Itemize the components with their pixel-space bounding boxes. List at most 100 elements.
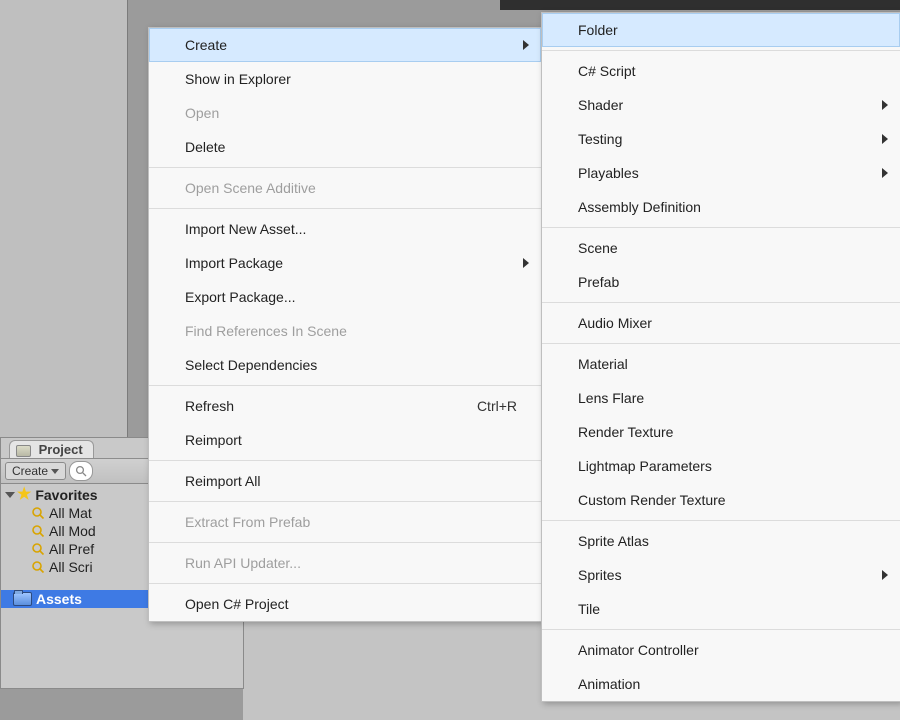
item-label: All Mat <box>49 505 92 521</box>
menu-separator <box>149 460 541 461</box>
menu-item-label: Shader <box>578 88 623 122</box>
menu-separator <box>542 227 900 228</box>
menu-item[interactable]: Custom Render Texture <box>542 483 900 517</box>
menu-item[interactable]: Import Package <box>149 246 541 280</box>
menu-separator <box>542 343 900 344</box>
menu-item[interactable]: Show in Explorer <box>149 62 541 96</box>
menu-item-label: C# Script <box>578 54 636 88</box>
menu-separator <box>149 501 541 502</box>
menu-item[interactable]: Playables <box>542 156 900 190</box>
menu-item-label: Audio Mixer <box>578 306 652 340</box>
menu-item-label: Render Texture <box>578 415 673 449</box>
menu-item[interactable]: Assembly Definition <box>542 190 900 224</box>
menu-item-label: Open <box>185 96 219 130</box>
menu-item-label: Show in Explorer <box>185 62 291 96</box>
menu-item[interactable]: Reimport All <box>149 464 541 498</box>
search-icon <box>75 465 87 477</box>
menu-item[interactable]: Tile <box>542 592 900 626</box>
star-icon: ★ <box>17 487 31 503</box>
menu-item-label: Animation <box>578 667 640 701</box>
item-label: All Pref <box>49 541 94 557</box>
create-button-label: Create <box>12 464 48 478</box>
menu-item[interactable]: Select Dependencies <box>149 348 541 382</box>
dropdown-triangle-icon <box>51 469 59 474</box>
menu-item-label: Playables <box>578 156 639 190</box>
menu-item[interactable]: Create <box>149 28 541 62</box>
disclosure-triangle-icon <box>5 492 15 498</box>
search-icon <box>31 506 45 520</box>
menu-item[interactable]: Prefab <box>542 265 900 299</box>
menu-item-label: Delete <box>185 130 225 164</box>
menu-item-label: Animator Controller <box>578 633 699 667</box>
menu-item-label: Extract From Prefab <box>185 505 310 539</box>
assets-label: Assets <box>36 591 82 607</box>
menu-item-label: Sprites <box>578 558 622 592</box>
favorites-label: Favorites <box>35 487 97 503</box>
scene-top-dark-strip <box>500 0 900 10</box>
menu-item[interactable]: Open C# Project <box>149 587 541 621</box>
assets-context-menu: CreateShow in ExplorerOpenDelete Open Sce… <box>148 27 542 622</box>
menu-item-label: Custom Render Texture <box>578 483 726 517</box>
menu-item[interactable]: Delete <box>149 130 541 164</box>
menu-item[interactable]: Lens Flare <box>542 381 900 415</box>
menu-item: Open <box>149 96 541 130</box>
menu-item-label: Assembly Definition <box>578 190 701 224</box>
menu-separator <box>542 629 900 630</box>
create-button[interactable]: Create <box>5 462 66 480</box>
menu-separator <box>149 208 541 209</box>
menu-item-label: Lens Flare <box>578 381 644 415</box>
search-icon <box>31 524 45 538</box>
menu-item[interactable]: Lightmap Parameters <box>542 449 900 483</box>
menu-item[interactable]: Folder <box>542 13 900 47</box>
create-submenu: Folder C# ScriptShaderTestingPlayablesAss… <box>541 12 900 702</box>
menu-separator <box>542 302 900 303</box>
menu-item-label: Select Dependencies <box>185 348 317 382</box>
menu-separator <box>542 50 900 51</box>
submenu-arrow-icon <box>882 100 888 110</box>
search-icon <box>31 560 45 574</box>
menu-item-label: Open Scene Additive <box>185 171 316 205</box>
menu-item-hotkey: Ctrl+R <box>477 389 517 423</box>
menu-item[interactable]: Refresh Ctrl+R <box>149 389 541 423</box>
menu-item-label: Prefab <box>578 265 619 299</box>
menu-item-label: Lightmap Parameters <box>578 449 712 483</box>
menu-item[interactable]: Export Package... <box>149 280 541 314</box>
menu-item-label: Run API Updater... <box>185 546 301 580</box>
menu-item-label: Import Package <box>185 246 283 280</box>
menu-separator <box>149 385 541 386</box>
search-input[interactable] <box>69 461 93 481</box>
menu-item[interactable]: Sprites <box>542 558 900 592</box>
search-icon <box>31 542 45 556</box>
menu-item-label: Import New Asset... <box>185 212 306 246</box>
project-tab-label: Project <box>39 442 83 457</box>
project-tab[interactable]: Project <box>9 440 94 458</box>
menu-separator <box>149 583 541 584</box>
menu-item[interactable]: Sprite Atlas <box>542 524 900 558</box>
menu-item[interactable]: C# Script <box>542 54 900 88</box>
menu-item-label: Tile <box>578 592 600 626</box>
menu-item-label: Reimport <box>185 423 242 457</box>
menu-item: Find References In Scene <box>149 314 541 348</box>
item-label: All Mod <box>49 523 96 539</box>
menu-item-label: Material <box>578 347 628 381</box>
submenu-arrow-icon <box>523 40 529 50</box>
menu-item[interactable]: Scene <box>542 231 900 265</box>
menu-item[interactable]: Reimport <box>149 423 541 457</box>
folder-icon <box>13 592 32 606</box>
submenu-arrow-icon <box>882 134 888 144</box>
menu-separator <box>542 520 900 521</box>
menu-item-label: Scene <box>578 231 618 265</box>
menu-item[interactable]: Animator Controller <box>542 633 900 667</box>
menu-item[interactable]: Import New Asset... <box>149 212 541 246</box>
menu-item[interactable]: Material <box>542 347 900 381</box>
menu-item-label: Refresh <box>185 389 234 423</box>
menu-item-label: Reimport All <box>185 464 260 498</box>
menu-item: Open Scene Additive <box>149 171 541 205</box>
menu-item[interactable]: Audio Mixer <box>542 306 900 340</box>
menu-item[interactable]: Animation <box>542 667 900 701</box>
menu-item[interactable]: Testing <box>542 122 900 156</box>
menu-item[interactable]: Shader <box>542 88 900 122</box>
menu-item-label: Folder <box>578 13 618 47</box>
menu-item: Run API Updater... <box>149 546 541 580</box>
menu-item[interactable]: Render Texture <box>542 415 900 449</box>
